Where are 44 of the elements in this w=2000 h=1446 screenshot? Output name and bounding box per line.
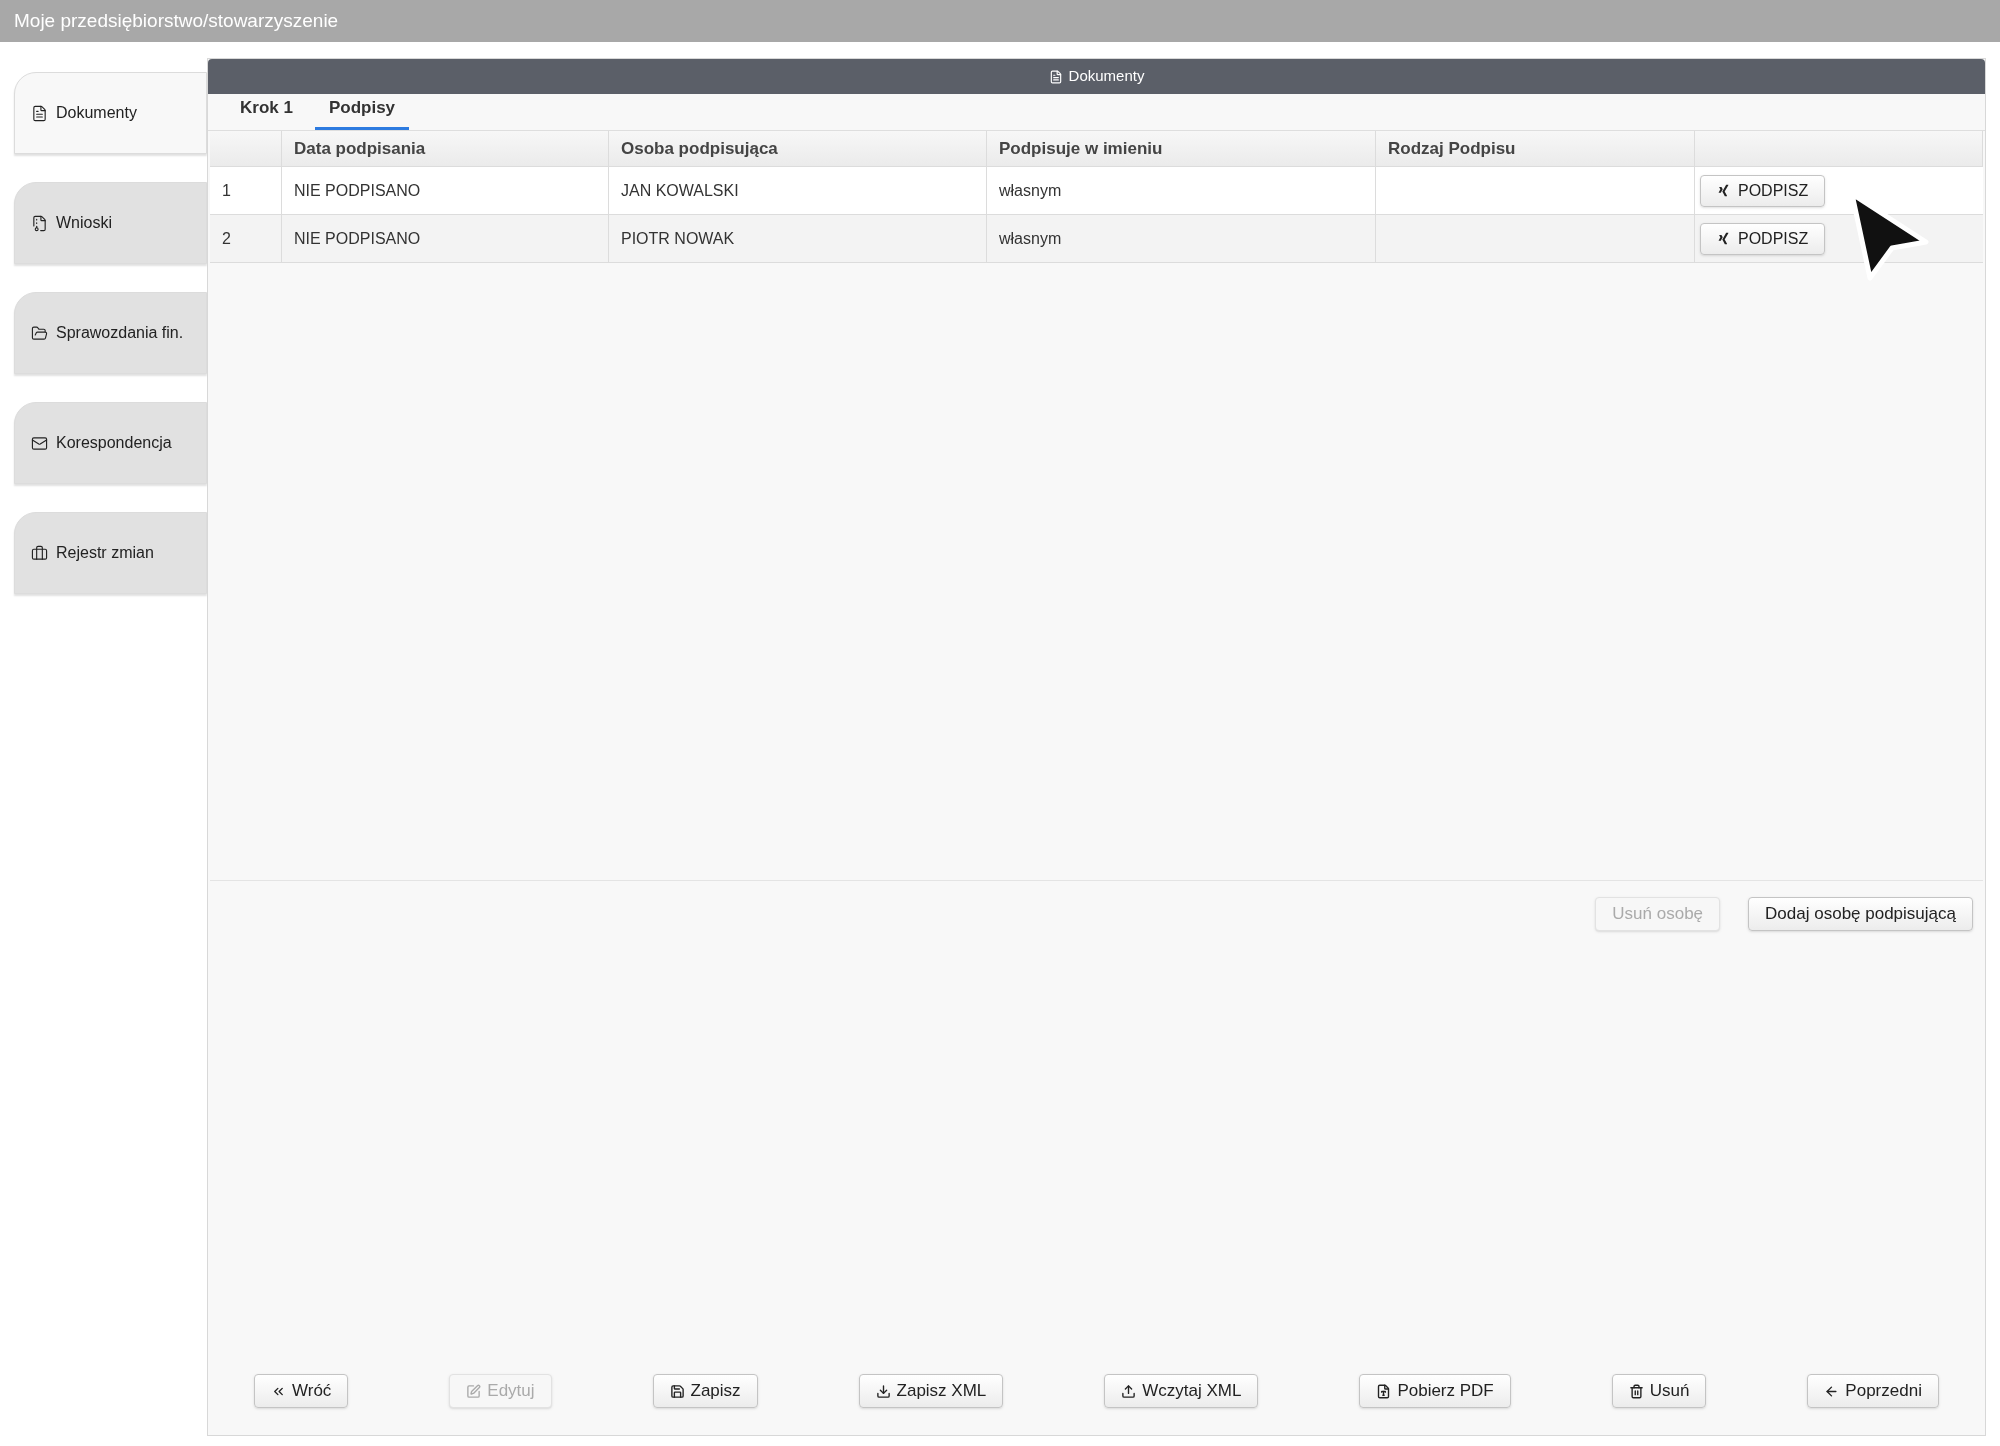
table-cell-text: PIOTR NOWAK [621,228,735,249]
column-header: Podpisuje w imieniu [999,137,1163,160]
column-header: Data podpisania [294,137,426,160]
sign-button[interactable]: PODPISZ [1700,222,1826,255]
document-icon [1048,69,1063,84]
action-button[interactable]: Wróć [254,1374,349,1408]
sidebar-item[interactable]: Dokumenty [14,72,207,154]
pdf-file-icon [1376,1383,1392,1399]
action-button[interactable]: Pobierz PDF [1359,1374,1511,1408]
briefcase-icon [31,544,48,562]
table-cell-text: własnym [999,180,1062,201]
panel-title: Dokumenty [1068,66,1145,87]
table-cell-text: NIE PODPISANO [294,228,421,249]
table-cell-text: 2 [222,228,231,249]
zip-file-icon [31,214,48,232]
action-button[interactable]: Zapisz XML [858,1374,1004,1408]
action-button[interactable]: Zapisz [652,1374,758,1408]
folder-icon [31,324,48,342]
action-button[interactable]: Poprzedni [1807,1374,1939,1408]
app-bar: Moje przedsiębiorstwo/stowarzyszenie [0,0,2000,42]
squiggle-icon [1717,184,1730,197]
upload-icon [1121,1383,1137,1399]
document-icon [31,104,48,122]
trash-icon [1628,1383,1644,1399]
tab[interactable]: Krok 1 [226,94,307,130]
sign-button[interactable]: PODPISZ [1700,174,1826,207]
action-button[interactable]: Usuń [1611,1374,1707,1408]
download-icon [875,1383,891,1399]
sidebar-item[interactable]: Sprawozdania fin. [14,292,207,374]
table-cell-text: 1 [222,180,231,201]
action-button[interactable]: Wczytaj XML [1104,1374,1259,1408]
sidebar-item[interactable]: Wnioski [14,182,207,264]
squiggle-icon [1717,232,1730,245]
edit-icon [466,1383,482,1399]
table-action-button[interactable]: Dodaj osobę podpisującą [1748,897,1973,931]
table-cell-text: JAN KOWALSKI [621,180,739,201]
sidebar-item[interactable]: Korespondencja [14,402,207,484]
envelope-icon [31,434,48,452]
table-cell-text: własnym [999,228,1062,249]
save-icon [669,1383,685,1399]
column-header: Rodzaj Podpisu [1388,137,1516,160]
column-header: Osoba podpisująca [621,137,778,160]
sidebar-item[interactable]: Rejestr zmian [14,512,207,594]
table-cell-text: NIE PODPISANO [294,180,421,201]
